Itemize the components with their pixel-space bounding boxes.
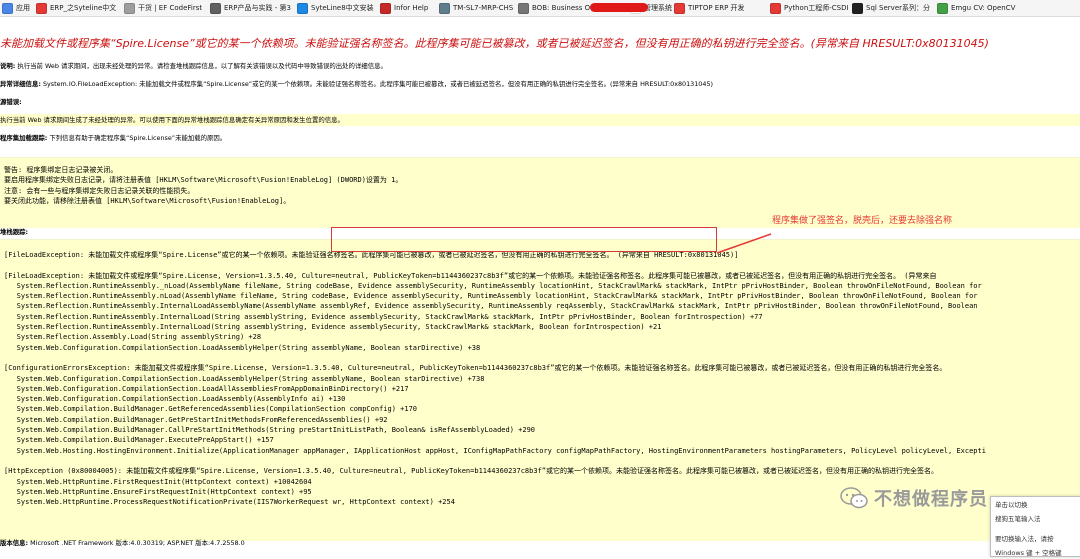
bookmark-favicon-icon (770, 2, 781, 14)
bookmark-item[interactable]: BOB: Business Obj (518, 0, 597, 16)
bookmark-label: Emgu CV: OpenCV (951, 4, 1016, 12)
bookmark-label: Infor Help (394, 4, 429, 12)
bookmark-favicon-icon (518, 2, 529, 14)
bind-log-text: 警告: 程序集绑定日志记录被关闭。 要启用程序集绑定失败日志记录，请将注册表值 … (4, 166, 403, 205)
description-line: 说明: 执行当前 Web 请求期间，出现未经处理的异常。请检查堆栈跟踪信息，以了… (0, 61, 387, 70)
assembly-trace-text: 下列信息有助于确定程序集“Spire.License”未能加载的原因。 (49, 134, 227, 142)
bookmark-favicon-icon (674, 2, 685, 14)
bookmark-favicon-icon (210, 2, 221, 14)
bookmark-label: 干货 | EF CodeFirst (138, 4, 203, 12)
bookmark-label: SyteLine8中文安装 (311, 4, 374, 12)
source-error-label: 源错误: (0, 98, 22, 106)
bookmark-favicon-icon (439, 2, 450, 14)
bookmark-label: ERP产品与实践 - 第3 (224, 4, 291, 12)
bookmark-favicon-icon (2, 2, 13, 14)
bookmark-item[interactable]: Python工程师-CSDI (770, 0, 849, 16)
watermark-text: 不想做程序员 (874, 489, 988, 510)
bookmark-label: ERP_之Syteline中文 (50, 4, 117, 12)
bookmark-item[interactable]: 干货 | EF CodeFirst (124, 0, 202, 16)
bookmark-item[interactable]: Sql Server系列：分 (852, 0, 930, 16)
version-text: Microsoft .NET Framework 版本:4.0.30319; A… (30, 539, 245, 547)
bookmark-item[interactable]: Emgu CV: OpenCV (937, 0, 1015, 16)
bookmark-favicon-icon (380, 2, 391, 14)
exception-details-line: 异常详细信息: System.IO.FileLoadException: 未能加… (0, 79, 713, 88)
version-info: 版本信息: Microsoft .NET Framework 版本:4.0.30… (0, 538, 245, 547)
assembly-trace-label: 程序集加载跟踪: (0, 134, 48, 142)
stack-trace-label: 堆栈跟踪: (0, 228, 29, 236)
watermark: 不想做程序员 (840, 485, 988, 511)
stack-trace-text: [FileLoadException: 未能加载文件或程序集“Spire.Lic… (4, 251, 986, 507)
bookmark-item[interactable]: Infor Help (380, 0, 428, 16)
ime-line-4: Windows 键 + 空格键 (995, 549, 1062, 557)
source-error-text: 执行当前 Web 请求期间生成了未经处理的异常。可以使用下面的异常堆栈跟踪信息确… (0, 114, 1080, 126)
bookmark-label: 应用 (16, 4, 30, 12)
bookmark-item[interactable]: ERP产品与实践 - 第3 (210, 0, 291, 16)
bookmark-item[interactable]: SyteLine8中文安装 (297, 0, 374, 16)
bookmark-label: Python工程师-CSDI (784, 4, 849, 12)
bookmark-item[interactable]: TIPTOP ERP 开发 (674, 0, 745, 16)
ime-popup[interactable]: 单击以切换 搜狗五笔输入法 要切换输入法，请按 Windows 键 + 空格键 (990, 496, 1080, 557)
error-title: 未能加载文件或程序集“Spire.License”或它的某一个依赖项。未能验证强… (0, 37, 989, 50)
bookmark-favicon-icon (852, 2, 863, 14)
bookmark-label: TM-SL7-MRP-CHS (453, 4, 514, 12)
redaction-mark (590, 3, 648, 12)
assembly-trace-line: 程序集加载跟踪: 下列信息有助于确定程序集“Spire.License”未能加载… (0, 133, 226, 142)
bookmark-item[interactable]: 应用 (2, 0, 30, 16)
error-page: 未能加载文件或程序集“Spire.License”或它的某一个依赖项。未能验证强… (0, 17, 1080, 555)
description-label: 说明: (0, 62, 16, 70)
ime-line-3: 要切换输入法，请按 (995, 535, 1054, 543)
ime-line-2: 搜狗五笔输入法 (995, 515, 1041, 523)
bookmark-label: BOB: Business Obj (532, 4, 597, 12)
bookmark-favicon-icon (36, 2, 47, 14)
description-text: 执行当前 Web 请求期间，出现未经处理的异常。请检查堆栈跟踪信息，以了解有关该… (17, 62, 387, 70)
exception-details-label: 异常详细信息: (0, 80, 41, 88)
chat-bubbles-icon (840, 487, 868, 509)
bookmark-label: Sql Server系列：分 (866, 4, 931, 12)
exception-details-text: System.IO.FileLoadException: 未能加载文件或程序集“… (42, 80, 713, 88)
annotation-text: 程序集做了强签名，脱壳后，还要去除强名称 (772, 216, 953, 226)
bookmark-favicon-icon (124, 2, 135, 14)
bookmark-favicon-icon (937, 2, 948, 14)
bookmark-item[interactable]: ERP_之Syteline中文 (36, 0, 116, 16)
version-label: 版本信息: (0, 539, 29, 547)
annotation-arrow-icon (716, 233, 772, 254)
bookmark-label: TIPTOP ERP 开发 (688, 4, 745, 12)
highlight-box (331, 227, 717, 252)
bookmarks-bar: 应用 ERP_之Syteline中文 干货 | EF CodeFirst ERP产品与… (0, 0, 1080, 17)
bookmark-favicon-icon (297, 2, 308, 14)
bookmark-label: 管理系统 (644, 4, 672, 12)
ime-line-1: 单击以切换 (995, 501, 1028, 509)
bookmark-item[interactable]: TM-SL7-MRP-CHS (439, 0, 513, 16)
